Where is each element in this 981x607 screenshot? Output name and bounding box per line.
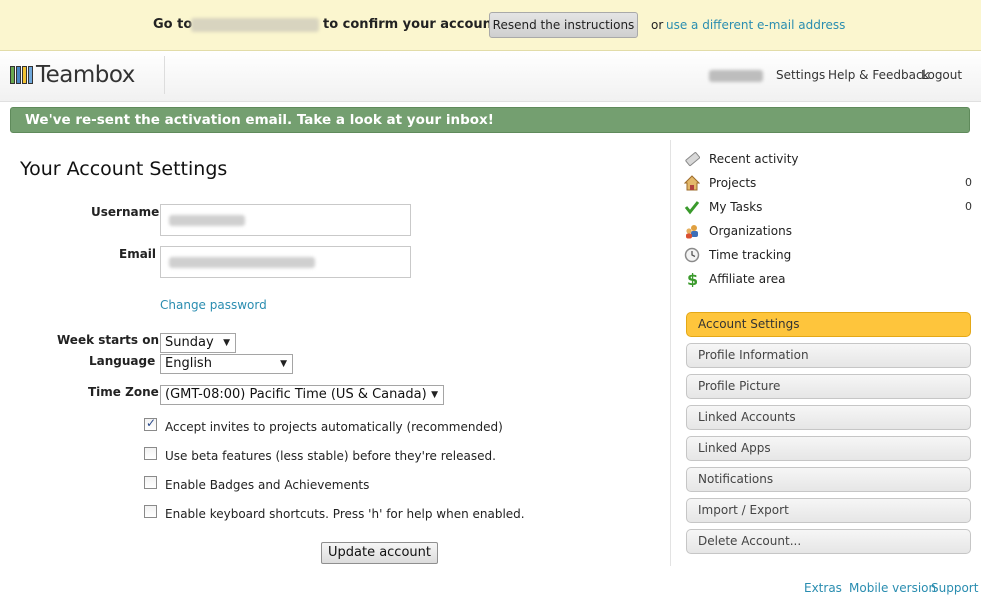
badges-label: Enable Badges and Achievements: [165, 478, 370, 492]
tab-linked-apps[interactable]: Linked Apps: [686, 436, 971, 461]
week-start-select[interactable]: Sunday ▼: [160, 333, 236, 353]
language-value: English: [165, 356, 212, 371]
beta-features-label: Use beta features (less stable) before t…: [165, 449, 496, 463]
time-zone-select[interactable]: (GMT-08:00) Pacific Time (US & Canada) ▼: [160, 385, 444, 405]
sidebar-item-organizations[interactable]: Organizations: [684, 223, 976, 241]
email-field[interactable]: [160, 246, 411, 278]
redacted-username[interactable]: [709, 70, 763, 82]
recent-activity-icon: [685, 152, 700, 167]
people-icon: [686, 225, 698, 239]
tab-profile-information[interactable]: Profile Information: [686, 343, 971, 368]
confirm-go-to-text: Go to: [153, 17, 193, 32]
sidebar-item-label: Organizations: [709, 224, 792, 238]
tab-delete-account[interactable]: Delete Account...: [686, 529, 971, 554]
sidebar-item-label: Projects: [709, 176, 757, 190]
header-divider: [164, 56, 165, 94]
app-header: Teambox Settings Help & Feedback Logout: [0, 51, 981, 102]
sidebar-item-recent-activity[interactable]: Recent activity: [684, 151, 976, 169]
house-icon: [684, 175, 700, 191]
tab-notifications[interactable]: Notifications: [686, 467, 971, 492]
confirm-account-text: to confirm your account.: [323, 17, 504, 32]
page-title: Your Account Settings: [20, 158, 228, 180]
logo-blocks-icon: [10, 66, 33, 84]
resend-instructions-button[interactable]: Resend the instructions: [489, 12, 638, 38]
tab-account-settings[interactable]: Account Settings: [686, 312, 971, 337]
footer-extras-link[interactable]: Extras: [804, 581, 842, 595]
footer-support-link[interactable]: Support: [931, 581, 978, 595]
sidebar-item-my-tasks[interactable]: My Tasks 0: [684, 199, 976, 217]
footer-mobile-link[interactable]: Mobile version: [849, 581, 936, 595]
tab-profile-picture[interactable]: Profile Picture: [686, 374, 971, 399]
accept-invites-label: Accept invites to projects automatically…: [165, 420, 503, 434]
keyboard-shortcuts-label: Enable keyboard shortcuts. Press 'h' for…: [165, 507, 525, 521]
different-email-link[interactable]: use a different e-mail address: [666, 18, 845, 32]
week-start-value: Sunday: [165, 335, 214, 350]
settings-link[interactable]: Settings: [776, 68, 825, 82]
time-zone-label: Time Zone: [88, 385, 159, 399]
logo-text: Teambox: [36, 62, 135, 88]
teambox-logo[interactable]: Teambox: [10, 59, 135, 91]
dropdown-arrow-icon: ▼: [431, 390, 438, 400]
tab-linked-accounts[interactable]: Linked Accounts: [686, 405, 971, 430]
redacted-email-value: [169, 257, 315, 268]
clock-icon: [684, 247, 700, 263]
tab-import-export[interactable]: Import / Export: [686, 498, 971, 523]
dollar-icon: $: [687, 271, 698, 287]
language-label: Language: [89, 354, 156, 368]
time-zone-value: (GMT-08:00) Pacific Time (US & Canada): [165, 387, 427, 402]
sidebar-item-time-tracking[interactable]: Time tracking: [684, 247, 976, 265]
update-account-button[interactable]: Update account: [321, 542, 438, 564]
or-text: or: [651, 18, 664, 32]
tasks-count: 0: [965, 200, 972, 213]
email-label: Email: [119, 247, 157, 261]
svg-text:$: $: [687, 271, 698, 287]
language-select[interactable]: English ▼: [160, 354, 293, 374]
dropdown-arrow-icon: ▼: [223, 338, 230, 348]
sidebar-divider: [670, 140, 671, 566]
beta-features-checkbox[interactable]: [144, 447, 157, 460]
username-label: Username: [91, 205, 160, 219]
accept-invites-checkbox[interactable]: [144, 416, 157, 431]
change-password-link[interactable]: Change password: [160, 298, 267, 312]
sidebar-item-label: Recent activity: [709, 152, 799, 166]
confirmation-bar: Go to to confirm your account. Resend th…: [0, 0, 981, 51]
redacted-email: [191, 18, 319, 32]
help-feedback-link[interactable]: Help & Feedback: [828, 68, 930, 82]
badges-checkbox[interactable]: [144, 476, 157, 489]
flash-message: We've re-sent the activation email. Take…: [10, 107, 970, 133]
keyboard-shortcuts-checkbox[interactable]: [144, 505, 157, 518]
username-field[interactable]: [160, 204, 411, 236]
week-starts-label: Week starts on: [57, 333, 159, 347]
sidebar-item-affiliate-area[interactable]: $ Affiliate area: [684, 271, 976, 289]
dropdown-arrow-icon: ▼: [280, 359, 287, 369]
sidebar-item-projects[interactable]: Projects 0: [684, 175, 976, 193]
checkmark-icon: [684, 201, 700, 215]
projects-count: 0: [965, 176, 972, 189]
sidebar-item-label: Affiliate area: [709, 272, 786, 286]
redacted-username-value: [169, 215, 245, 226]
sidebar-item-label: My Tasks: [709, 200, 763, 214]
sidebar-item-label: Time tracking: [709, 248, 792, 262]
logout-link[interactable]: Logout: [921, 68, 962, 82]
